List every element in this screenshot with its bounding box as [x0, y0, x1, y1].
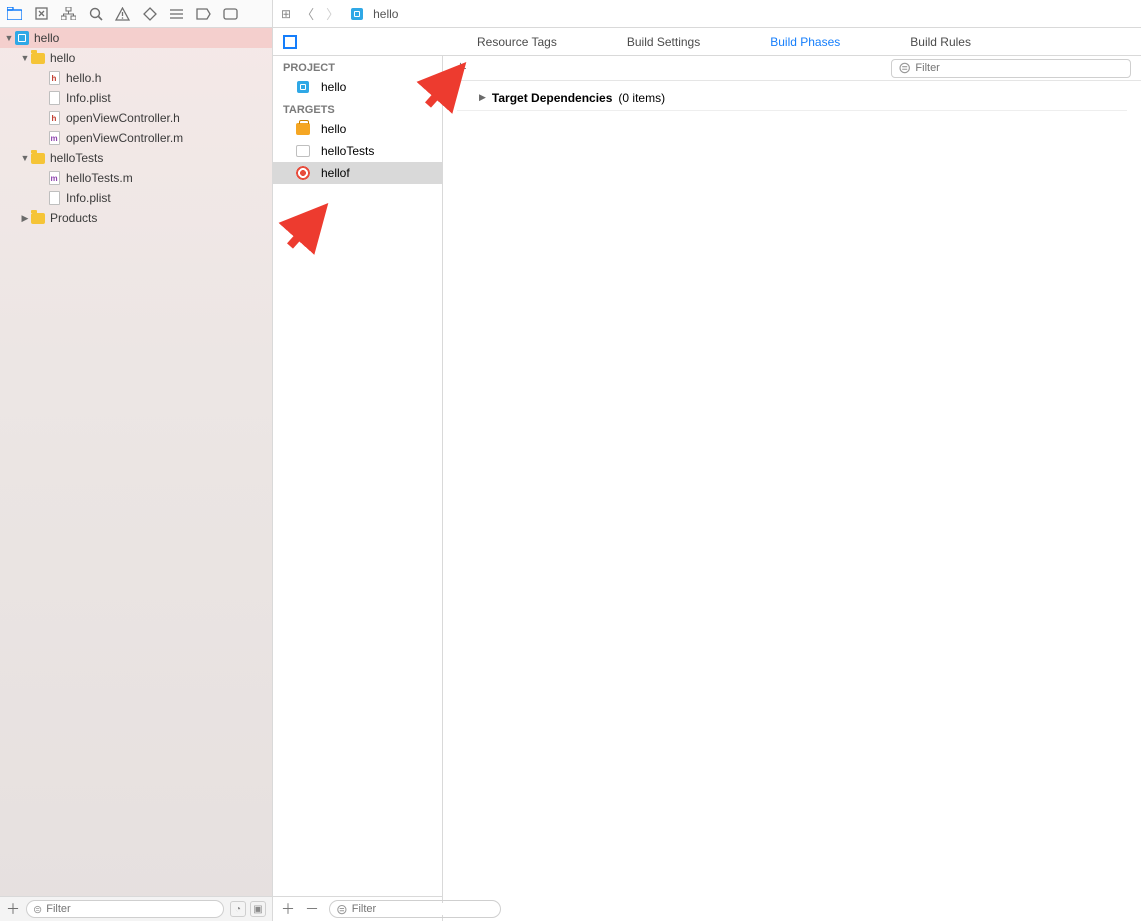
- tree-label: Products: [50, 211, 97, 225]
- tree-label: openViewController.m: [66, 131, 183, 145]
- add-build-phase-button[interactable]: ＋: [453, 58, 468, 79]
- build-phase-row[interactable]: ▶ Target Dependencies (0 items): [457, 85, 1127, 111]
- row-label: hellof: [321, 166, 350, 180]
- tree-label: Info.plist: [66, 91, 111, 105]
- navigator-filter-field[interactable]: ⊜: [26, 900, 224, 918]
- project-file-icon: [14, 30, 30, 46]
- build-phases-filter-input[interactable]: [915, 62, 1124, 74]
- targets-footer: ＋ － ⊜: [273, 896, 442, 921]
- debug-navigator-icon[interactable]: [168, 5, 185, 22]
- disclosure-triangle-icon[interactable]: ▼: [20, 153, 30, 163]
- remove-target-button[interactable]: －: [305, 899, 319, 919]
- disclosure-triangle-icon[interactable]: ▶: [479, 92, 486, 103]
- build-phases-toolbar: ＋ ⊜: [443, 56, 1141, 81]
- tree-row-file[interactable]: m openViewController.m: [0, 128, 272, 148]
- folder-navigator-icon[interactable]: [6, 5, 23, 22]
- navigator-filter-input[interactable]: [46, 903, 217, 915]
- build-phases-filter-field[interactable]: ⊜: [891, 59, 1131, 78]
- test-navigator-icon[interactable]: [141, 5, 158, 22]
- tree-label: Info.plist: [66, 191, 111, 205]
- editor-area: ⊞ 〈 〉 hello Resource Tags Build Settings…: [273, 0, 1141, 921]
- back-button[interactable]: 〈: [299, 4, 316, 23]
- row-label: hello: [321, 80, 346, 94]
- breadcrumb-label: hello: [373, 7, 398, 21]
- navigator-footer: ＋ ⊜ ◔ ▣: [0, 896, 272, 921]
- recent-filter-icon[interactable]: ◔: [230, 901, 246, 917]
- issue-navigator-icon[interactable]: [114, 5, 131, 22]
- search-navigator-icon[interactable]: [87, 5, 104, 22]
- tree-row-group[interactable]: ▶ Products: [0, 208, 272, 228]
- folder-icon: [30, 50, 46, 66]
- header-file-icon: h: [46, 70, 62, 86]
- breadcrumb[interactable]: hello: [349, 6, 398, 22]
- tree-row-project[interactable]: ▼ hello: [0, 28, 272, 48]
- folder-icon: [30, 210, 46, 226]
- tree-row-group[interactable]: ▼ hello: [0, 48, 272, 68]
- project-targets-list: PROJECT hello TARGETS hello helloTests h…: [273, 56, 443, 921]
- tree-row-file[interactable]: Info.plist: [0, 188, 272, 208]
- tree-row-group[interactable]: ▼ helloTests: [0, 148, 272, 168]
- plist-file-icon: [46, 90, 62, 106]
- symbol-navigator-icon[interactable]: [33, 5, 50, 22]
- tree-label: openViewController.h: [66, 111, 180, 125]
- project-file-icon: [349, 6, 365, 22]
- plist-file-icon: [46, 190, 62, 206]
- tree-row-file[interactable]: h openViewController.h: [0, 108, 272, 128]
- target-row-selected[interactable]: hellof: [273, 162, 442, 184]
- add-target-button[interactable]: ＋: [281, 899, 295, 919]
- project-navigator-pane: ▼ hello ▼ hello h hello.h Info.plist h o…: [0, 0, 273, 921]
- target-row[interactable]: hello: [273, 118, 442, 140]
- test-target-icon: [295, 143, 311, 159]
- disclosure-triangle-icon[interactable]: ▼: [4, 33, 14, 43]
- navigator-selector-toolbar: [0, 0, 272, 28]
- hierarchy-navigator-icon[interactable]: [60, 5, 77, 22]
- tree-label: helloTests.m: [66, 171, 133, 185]
- header-file-icon: h: [46, 110, 62, 126]
- file-tree[interactable]: ▼ hello ▼ hello h hello.h Info.plist h o…: [0, 28, 272, 896]
- tree-label: hello: [34, 31, 59, 45]
- row-label: helloTests: [321, 144, 374, 158]
- filter-icon: ⊜: [898, 58, 911, 78]
- phase-title: Target Dependencies: [492, 91, 612, 105]
- jump-bar: ⊞ 〈 〉 hello: [273, 0, 1141, 28]
- tree-row-file[interactable]: Info.plist: [0, 88, 272, 108]
- related-items-icon[interactable]: ⊞: [281, 7, 291, 21]
- project-file-icon: [295, 79, 311, 95]
- tab-build-rules[interactable]: Build Rules: [910, 35, 971, 49]
- tree-label: hello.h: [66, 71, 101, 85]
- filter-icon: ⊜: [336, 901, 348, 918]
- add-button[interactable]: ＋: [6, 899, 20, 919]
- toggle-outline-icon[interactable]: [283, 35, 297, 49]
- project-editor-tab-bar: Resource Tags Build Settings Build Phase…: [273, 28, 1141, 56]
- folder-icon: [30, 150, 46, 166]
- phase-count: (0 items): [618, 91, 665, 105]
- breakpoint-navigator-icon[interactable]: [195, 5, 212, 22]
- tab-build-phases[interactable]: Build Phases: [770, 35, 840, 49]
- report-navigator-icon[interactable]: [222, 5, 239, 22]
- section-header-project: PROJECT: [273, 56, 442, 76]
- build-phases-pane: ＋ ⊜ ▶ Target Dependencies (0 items): [443, 56, 1141, 921]
- row-label: hello: [321, 122, 346, 136]
- disclosure-triangle-icon[interactable]: ▼: [20, 53, 30, 63]
- disclosure-triangle-icon[interactable]: ▶: [20, 213, 30, 224]
- impl-file-icon: m: [46, 130, 62, 146]
- filter-icon: ⊜: [33, 903, 42, 916]
- tab-resource-tags[interactable]: Resource Tags: [477, 35, 557, 49]
- tree-label: hello: [50, 51, 75, 65]
- project-row[interactable]: hello: [273, 76, 442, 98]
- tree-label: helloTests: [50, 151, 103, 165]
- target-row[interactable]: helloTests: [273, 140, 442, 162]
- tree-row-file[interactable]: h hello.h: [0, 68, 272, 88]
- scm-filter-icon[interactable]: ▣: [250, 901, 266, 917]
- section-header-targets: TARGETS: [273, 98, 442, 118]
- tree-row-file[interactable]: m helloTests.m: [0, 168, 272, 188]
- impl-file-icon: m: [46, 170, 62, 186]
- tab-build-settings[interactable]: Build Settings: [627, 35, 700, 49]
- forward-button[interactable]: 〉: [324, 4, 341, 23]
- aggregate-target-icon: [295, 165, 311, 181]
- app-target-icon: [295, 121, 311, 137]
